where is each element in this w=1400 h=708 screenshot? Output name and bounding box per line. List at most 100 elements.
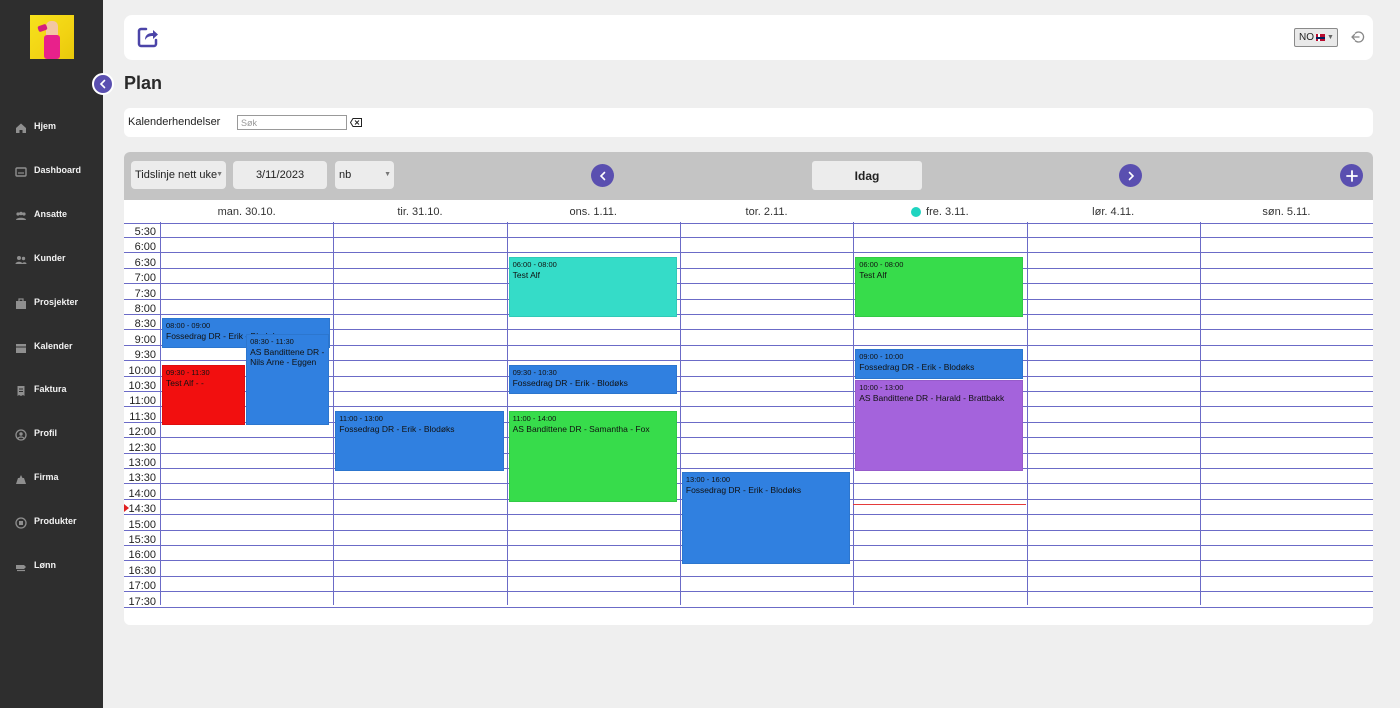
time-slot-label: 15:30 bbox=[128, 534, 156, 546]
event-title: Test Alf - - bbox=[166, 377, 204, 388]
logout-icon[interactable] bbox=[1350, 29, 1366, 45]
grid-column-line bbox=[853, 222, 855, 605]
grid-column-line bbox=[1026, 222, 1028, 605]
sidebar-item-label: Produkter bbox=[34, 516, 77, 526]
sidebar-item-products[interactable]: Produkter bbox=[0, 513, 103, 533]
time-slot-label: 9:30 bbox=[134, 349, 156, 362]
calendar-event[interactable]: 10:00 - 13:00 AS Bandittene DR - Harald -… bbox=[855, 379, 1024, 472]
chevron-right-icon bbox=[1128, 171, 1134, 180]
day-header: tor. 2.11. bbox=[680, 202, 853, 222]
chevron-down-icon: ▼ bbox=[384, 171, 391, 178]
chevron-down-icon: ▼ bbox=[216, 171, 223, 178]
previous-week-button[interactable] bbox=[591, 164, 614, 187]
time-slot-label: 12:30 bbox=[128, 441, 156, 454]
day-header-label: fre. 3.11. bbox=[926, 206, 969, 218]
invoice-icon bbox=[15, 385, 27, 397]
day-header-label: tor. 2.11. bbox=[745, 206, 788, 218]
time-slot-label: 11:30 bbox=[129, 410, 156, 423]
calendar-events-search-bar: Kalenderhendelser bbox=[124, 108, 1373, 137]
time-slot-label: 15:00 bbox=[128, 518, 156, 531]
add-event-button[interactable] bbox=[1340, 164, 1363, 187]
time-slot-label: 6:00 bbox=[134, 241, 156, 254]
calendar-event[interactable]: 09:30 - 10:30 Fossedrag DR - Erik - Blodø… bbox=[508, 364, 677, 395]
grid-row-line bbox=[124, 223, 1373, 224]
event-title: Fossedrag DR - Erik - Blodøks bbox=[339, 423, 455, 434]
norway-flag-icon bbox=[1316, 34, 1325, 41]
event-time: 11:00 - 13:00 bbox=[339, 413, 383, 423]
search-label: Kalenderhendelser bbox=[128, 116, 221, 128]
calendar-event[interactable]: 13:00 - 16:00 Fossedrag DR - Erik - Blodø… bbox=[681, 472, 851, 564]
calendar-toolbar: Tidslinje nett uke ▼ 3/11/2023 nb ▼ Idag bbox=[124, 152, 1373, 200]
calendar-event[interactable]: 09:00 - 10:00 Fossedrag DR - Erik - Blodø… bbox=[855, 349, 1024, 379]
day-header-label: lør. 4.11. bbox=[1092, 206, 1135, 218]
day-header-label: tir. 31.10. bbox=[397, 206, 443, 218]
locale-select[interactable]: nb ▼ bbox=[335, 161, 394, 189]
today-button[interactable]: Idag bbox=[812, 161, 922, 190]
view-select[interactable]: Tidslinje nett uke ▼ bbox=[131, 161, 226, 189]
products-icon bbox=[15, 517, 27, 529]
sidebar-item-profile[interactable]: Profil bbox=[0, 425, 103, 445]
sidebar-item-company[interactable]: Firma bbox=[0, 469, 103, 489]
grid-column-line bbox=[333, 222, 335, 605]
view-select-value: Tidslinje nett uke bbox=[135, 169, 218, 181]
calendar-event[interactable]: 11:00 - 13:00 Fossedrag DR - Erik - Blodø… bbox=[335, 410, 504, 472]
sidebar-item-salary[interactable]: Lønn bbox=[0, 557, 103, 577]
search-input[interactable] bbox=[237, 115, 347, 130]
event-time: 11:00 - 14:00 bbox=[512, 413, 557, 423]
grid-column-line bbox=[1199, 222, 1201, 605]
sidebar-item-label: Faktura bbox=[34, 384, 67, 394]
grid-row-line bbox=[124, 298, 1373, 300]
day-header-label: ons. 1.11. bbox=[569, 206, 617, 218]
next-week-button[interactable] bbox=[1119, 164, 1142, 187]
app-logo[interactable] bbox=[30, 15, 74, 59]
sidebar-item-home[interactable]: Hjem bbox=[0, 118, 103, 138]
sidebar: Hjem Dashboard Ansatte Kunder Prosjekter Kale… bbox=[0, 0, 103, 708]
grid-row-line bbox=[124, 452, 1373, 454]
event-time: 09:30 - 10:30 bbox=[512, 367, 557, 377]
time-slot-label: 6:30 bbox=[134, 256, 156, 269]
sidebar-item-label: Dashboard bbox=[34, 165, 82, 175]
sidebar-item-label: Ansatte bbox=[34, 209, 68, 219]
locale-select-value: nb bbox=[339, 169, 352, 181]
time-slot-label: 11:00 bbox=[129, 395, 156, 408]
sidebar-item-dashboard[interactable]: Dashboard bbox=[0, 162, 103, 182]
sidebar-item-calendar[interactable]: Kalender bbox=[0, 338, 103, 358]
grid-row-line bbox=[124, 314, 1373, 315]
sidebar-item-label: Profil bbox=[34, 428, 58, 438]
sidebar-item-label: Kalender bbox=[34, 341, 73, 351]
time-slot-label: 16:30 bbox=[128, 564, 156, 577]
today-indicator-dot bbox=[911, 207, 922, 217]
calendar-grid[interactable]: 5:30 6:00 6:30 7:00 7:30 8:00 8:30 9:00 9:30 10:0… bbox=[124, 222, 1373, 608]
day-header-label: søn. 5.11. bbox=[1262, 206, 1311, 218]
sidebar-item-label: Hjem bbox=[34, 121, 57, 131]
grid-row-line bbox=[124, 468, 1373, 469]
sidebar-item-employees[interactable]: Ansatte bbox=[0, 206, 103, 226]
sidebar-item-customers[interactable]: Kunder bbox=[0, 250, 103, 270]
calendar-event[interactable]: 06:00 - 08:00 Test Alf bbox=[855, 256, 1024, 318]
event-title: AS Bandittene DR - Harald - Brattbakk bbox=[859, 392, 1005, 403]
sidebar-item-invoice[interactable]: Faktura bbox=[0, 381, 103, 401]
customers-icon bbox=[15, 254, 27, 266]
time-slot-label: 13:00 bbox=[128, 457, 156, 469]
time-slot-label: 10:00 bbox=[128, 364, 156, 377]
top-header: NO ▼ bbox=[124, 15, 1373, 60]
sidebar-item-projects[interactable]: Prosjekter bbox=[0, 294, 103, 314]
date-picker[interactable]: 3/11/2023 bbox=[233, 161, 327, 189]
clear-search-icon[interactable] bbox=[350, 118, 362, 127]
share-icon[interactable] bbox=[136, 25, 160, 49]
calendar-event[interactable]: 11:00 - 14:00 AS Bandittene DR - Samantha… bbox=[508, 410, 677, 503]
current-time-marker bbox=[124, 503, 129, 512]
event-time: 06:00 - 08:00 bbox=[512, 259, 557, 269]
day-header: ons. 1.11. bbox=[507, 202, 680, 222]
grid-row-line bbox=[124, 267, 1373, 269]
event-time: 10:00 - 13:00 bbox=[859, 382, 904, 392]
language-select[interactable]: NO ▼ bbox=[1294, 28, 1338, 47]
day-header: søn. 5.11. bbox=[1200, 202, 1373, 222]
sidebar-item-label: Firma bbox=[34, 472, 59, 482]
calendar-event[interactable]: 06:00 - 08:00 Test Alf bbox=[508, 256, 677, 318]
calendar-event[interactable]: 09:30 - 11:30 Test Alf - - bbox=[162, 364, 246, 426]
calendar-event[interactable]: 08:30 - 11:30 AS Bandittene DR - Nils Arn… bbox=[246, 333, 330, 426]
sidebar-collapse-button[interactable] bbox=[92, 73, 114, 95]
time-slot-label: 13:30 bbox=[128, 472, 156, 485]
grid-row-line bbox=[124, 575, 1373, 577]
